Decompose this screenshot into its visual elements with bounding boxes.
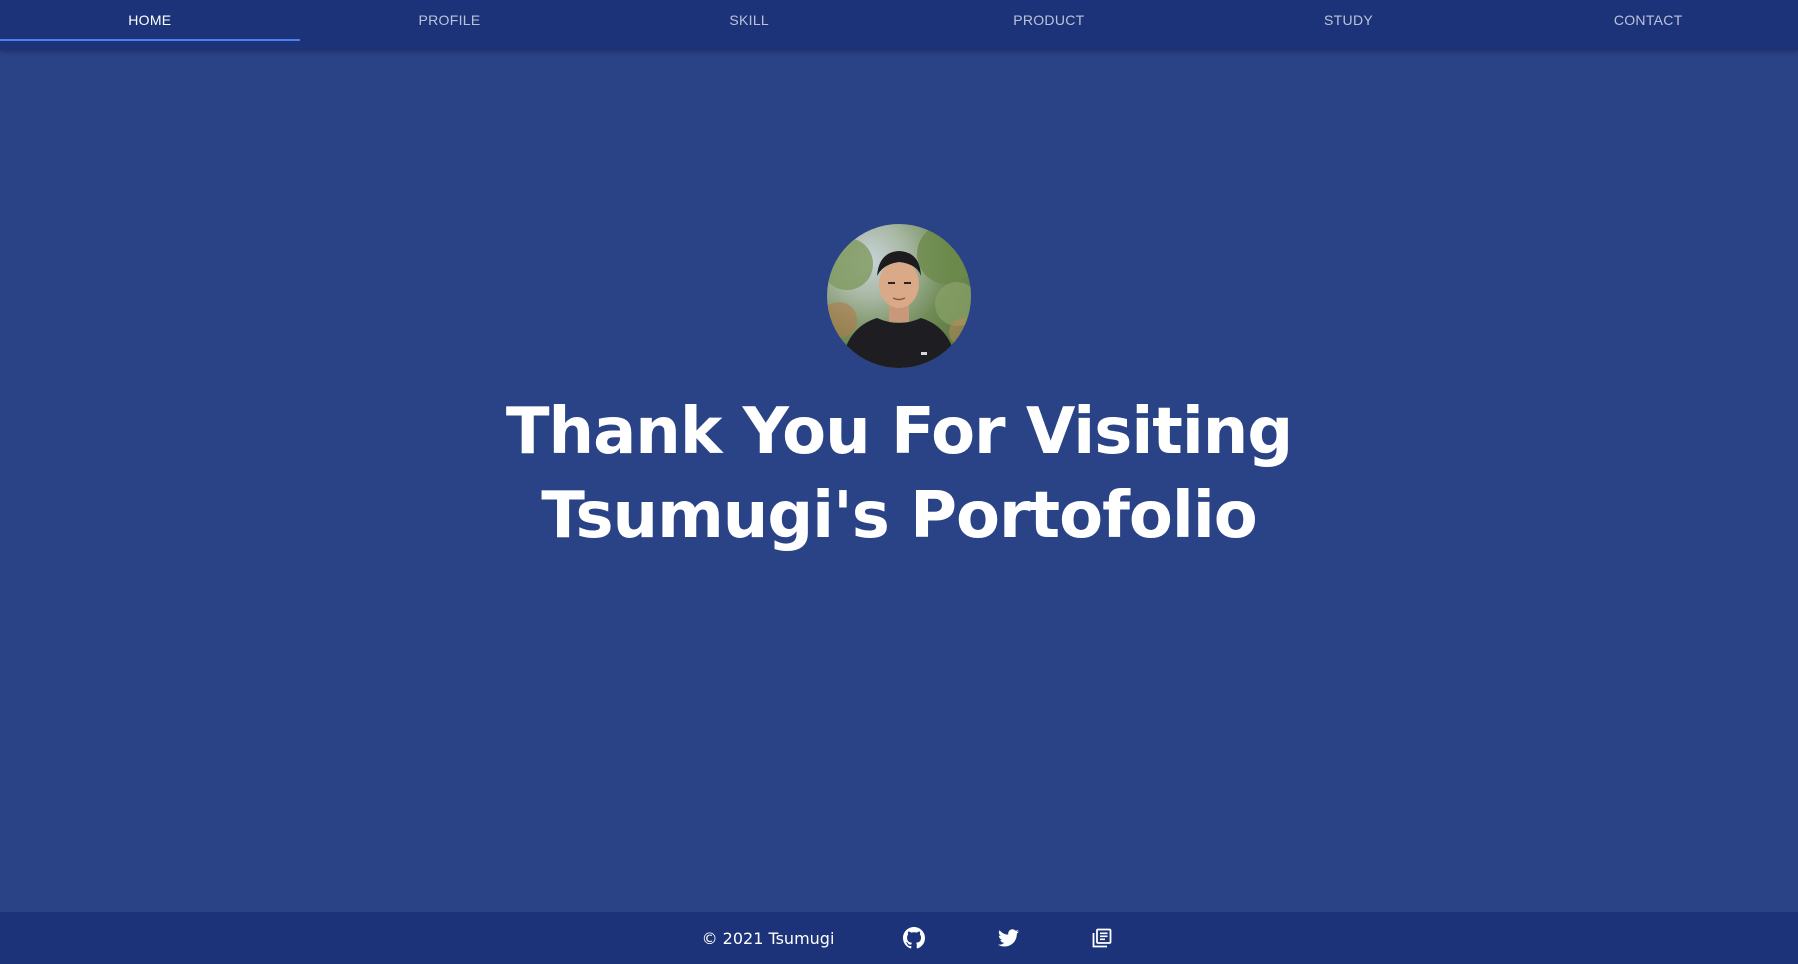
tab-skill[interactable]: SKILL (599, 0, 899, 50)
hero-section: Thank You For Visiting Tsumugi's Portofo… (0, 224, 1798, 558)
twitter-icon[interactable] (996, 926, 1020, 950)
github-icon[interactable] (902, 926, 926, 950)
tab-product[interactable]: PRODUCT (899, 0, 1199, 50)
hero-title-line2: Tsumugi's Portofolio (541, 479, 1257, 553)
hero-title: Thank You For Visiting Tsumugi's Portofo… (505, 390, 1293, 558)
top-nav: HOME PROFILE SKILL PRODUCT STUDY CONTACT (0, 0, 1798, 50)
tab-profile[interactable]: PROFILE (300, 0, 600, 50)
tab-contact-label: CONTACT (1613, 12, 1683, 28)
tab-skill-label: SKILL (729, 12, 769, 28)
copyright-text: © 2021 Tsumugi (701, 928, 835, 948)
tab-contact[interactable]: CONTACT (1498, 0, 1798, 50)
tab-study-label: STUDY (1324, 12, 1373, 28)
footer: © 2021 Tsumugi (0, 912, 1798, 964)
tab-profile-label: PROFILE (418, 12, 481, 28)
tab-home-label: HOME (128, 12, 172, 28)
page: HOME PROFILE SKILL PRODUCT STUDY CONTACT (0, 0, 1798, 964)
hero-title-line1: Thank You For Visiting (505, 395, 1293, 469)
tab-study[interactable]: STUDY (1199, 0, 1499, 50)
avatar-photo (827, 224, 971, 368)
avatar (827, 224, 971, 368)
blog-icon[interactable] (1090, 926, 1114, 950)
footer-content: © 2021 Tsumugi (702, 926, 1115, 950)
tab-product-label: PRODUCT (1013, 12, 1085, 28)
tab-home[interactable]: HOME (0, 0, 300, 50)
